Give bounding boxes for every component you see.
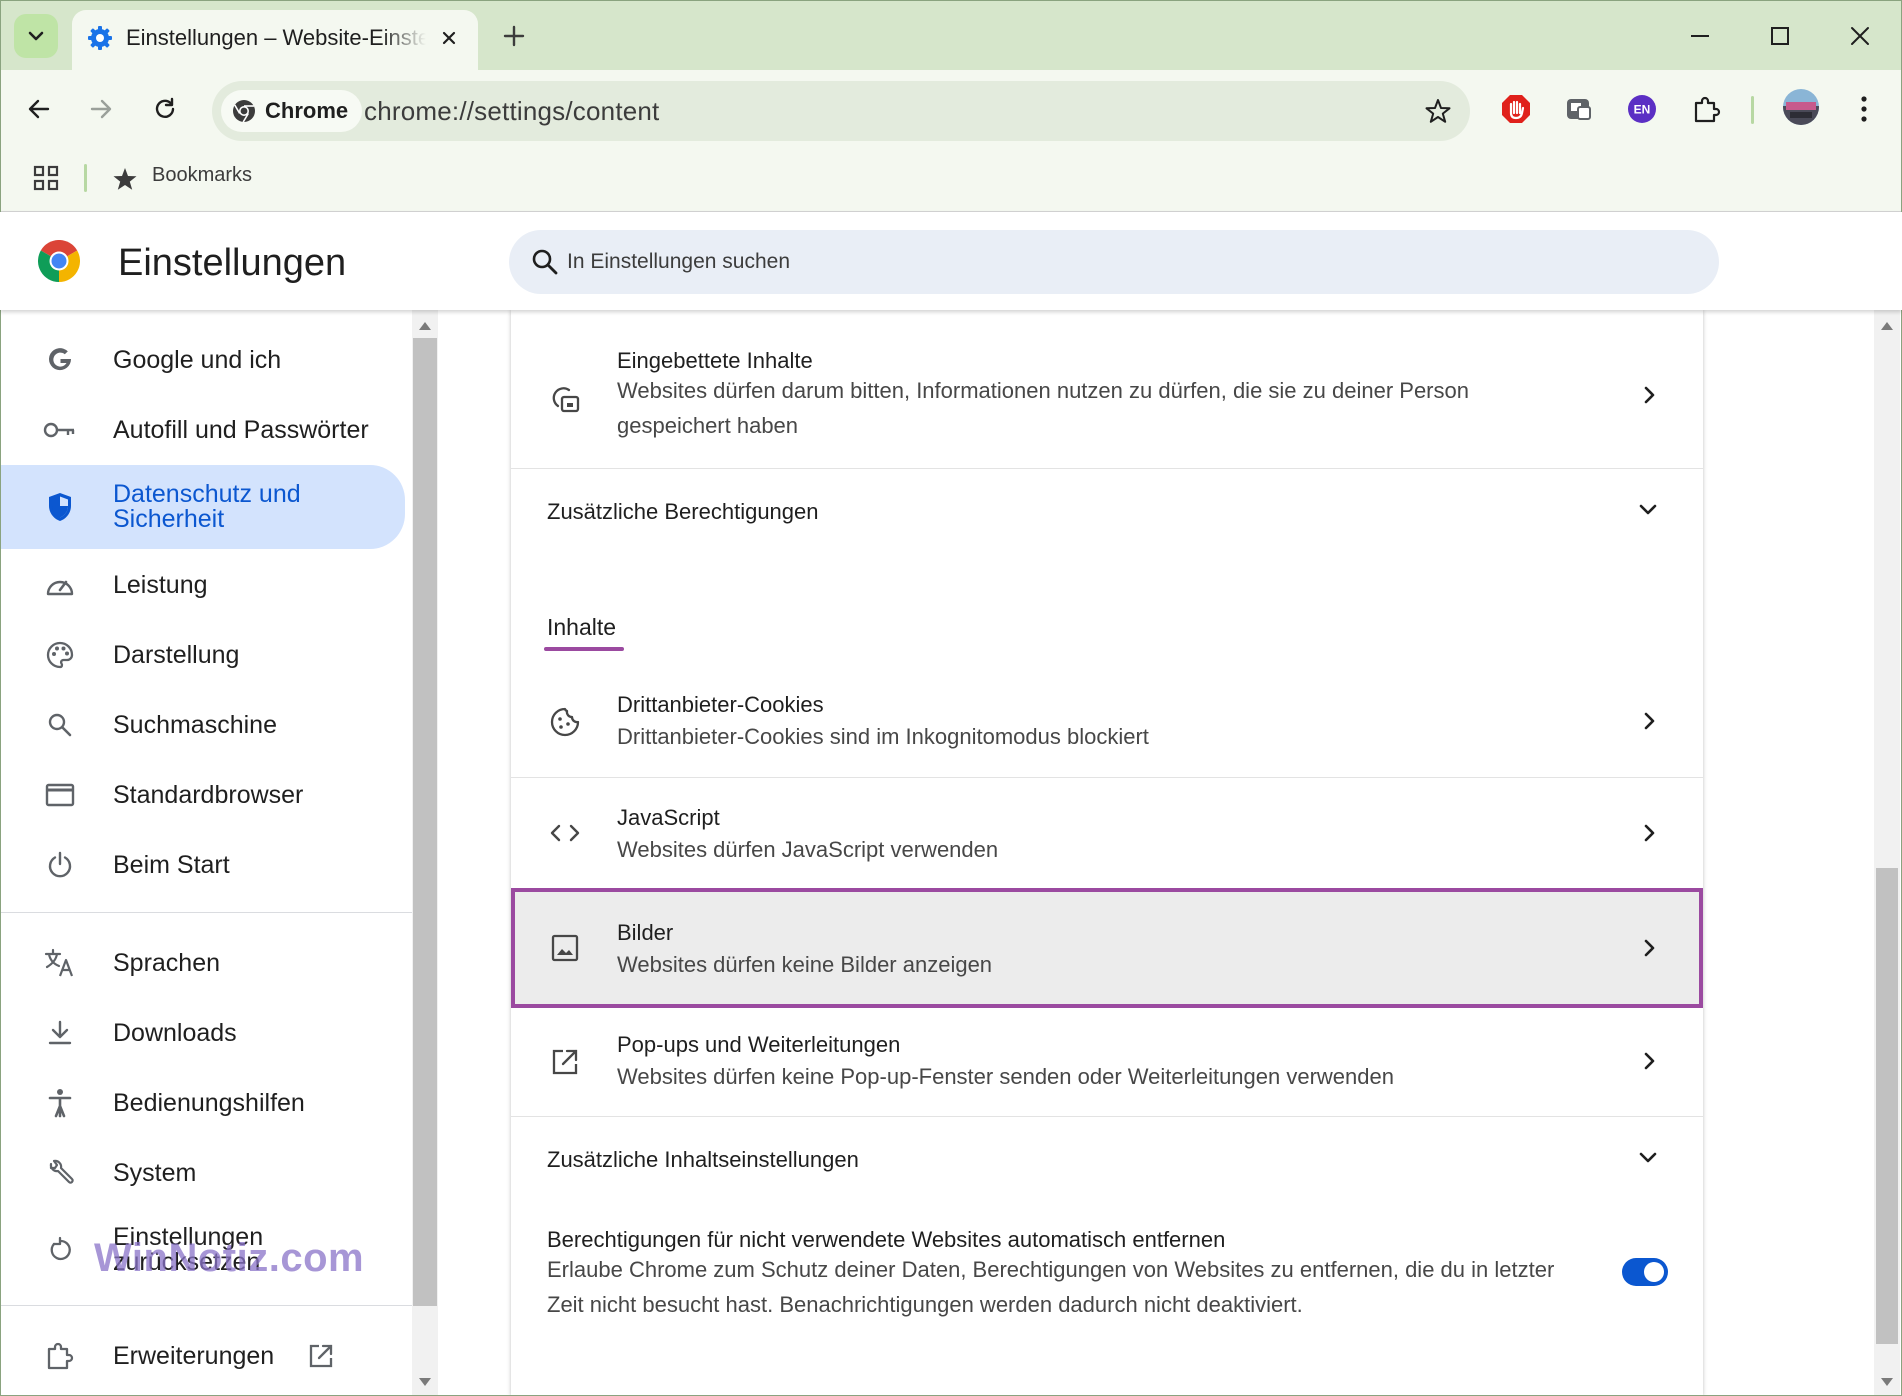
- page-title: Einstellungen: [118, 242, 347, 284]
- settings-search[interactable]: [509, 230, 1719, 294]
- search-icon: [532, 249, 558, 275]
- search-input[interactable]: [567, 230, 1667, 294]
- chrome-logo-icon: [38, 240, 80, 282]
- settings-header: Einstellungen: [0, 212, 1902, 310]
- window-border: [0, 0, 1902, 1396]
